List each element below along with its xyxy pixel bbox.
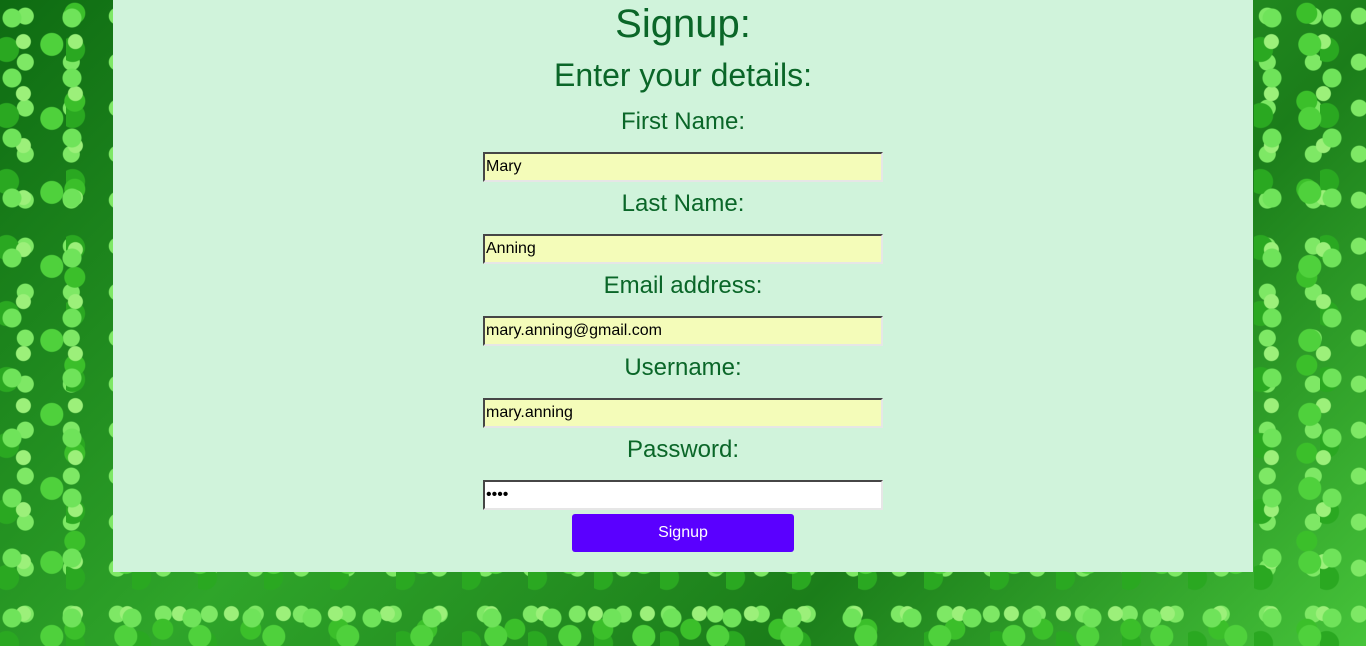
last-name-label: Last Name: — [621, 190, 745, 217]
last-name-input[interactable] — [483, 234, 883, 264]
email-input[interactable] — [483, 316, 883, 346]
page-title: Signup: — [615, 2, 751, 46]
first-name-input[interactable] — [483, 152, 883, 182]
username-input[interactable] — [483, 398, 883, 428]
signup-button[interactable]: Signup — [572, 514, 794, 552]
first-name-label: First Name: — [620, 108, 745, 135]
password-label: Password: — [626, 436, 740, 463]
signup-panel: Signup: Enter your details: First Name: … — [113, 0, 1253, 572]
page-subtitle: Enter your details: — [554, 57, 812, 93]
password-input[interactable] — [483, 480, 883, 510]
username-label: Username: — [624, 354, 742, 381]
email-label: Email address: — [603, 272, 763, 299]
